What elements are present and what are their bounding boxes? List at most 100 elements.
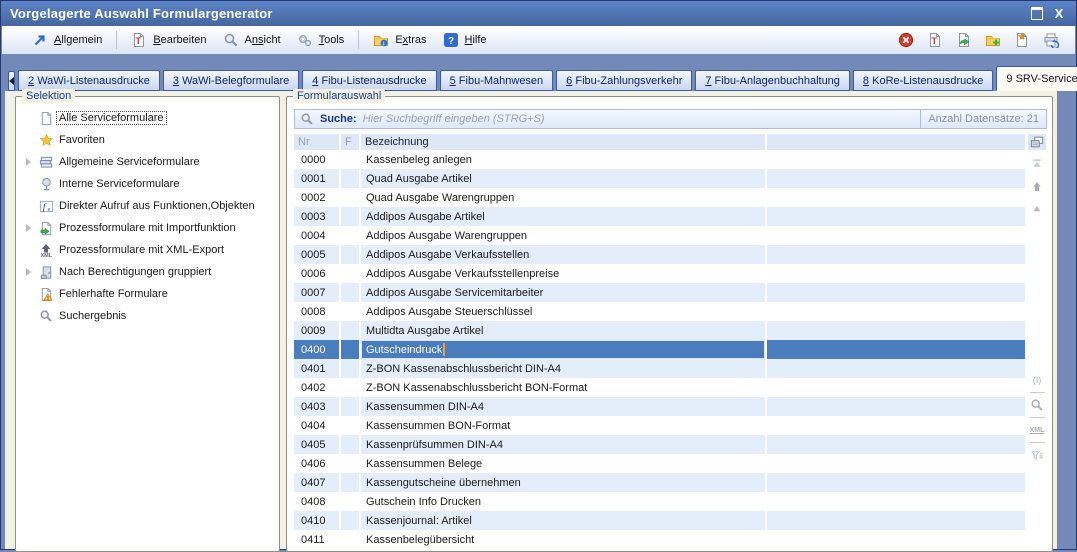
menu-item-tools[interactable]: Tools — [289, 29, 353, 51]
selektion-group: Selektion Alle Serviceformulare Favorite… — [15, 96, 280, 552]
column-header-empty — [767, 134, 1025, 150]
table-row[interactable]: 0411 Kassenbelegübersicht — [294, 530, 1025, 549]
table-row[interactable]: 0407 Kassengutscheine übernehmen — [294, 473, 1025, 492]
arrow-ne-icon — [32, 32, 49, 48]
table-row[interactable]: 0008 Addipos Ausgabe Steuerschlüssel — [294, 302, 1025, 321]
xml-export-icon: XML — [36, 242, 56, 259]
window-title: Vorgelagerte Auswahl Formulargenerator — [1, 6, 273, 21]
tree-item-direkter-aufruf-aus-funktionen-objekten[interactable]: fx Direkter Aufruf aus Funktionen,Objekt… — [20, 195, 277, 217]
tab-scroll-left-button[interactable] — [8, 71, 15, 91]
scroll-up-icon[interactable] — [1028, 201, 1046, 217]
table-row[interactable]: 0004 Addipos Ausgabe Warengruppen — [294, 226, 1025, 245]
tab-strip: 2 WaWi-Listenausdrucke 3 WaWi-Belegformu… — [2, 54, 1075, 91]
tree-item-interne-serviceformulare[interactable]: Interne Serviceformulare — [20, 173, 277, 195]
tree-item-allgemeine-serviceformulare[interactable]: Allgemeine Serviceformulare — [20, 151, 277, 173]
tree-item-fehlerhafte-formulare[interactable]: Fehlerhafte Formulare — [20, 283, 277, 305]
table-side-toolbar: (I) XML — [1025, 134, 1049, 551]
table-row[interactable]: 0000 Kassenbeleg anlegen — [294, 150, 1025, 169]
svg-text:x: x — [47, 207, 50, 213]
magnifier-icon — [223, 32, 240, 48]
table-row[interactable]: 0005 Addipos Ausgabe Verkaufsstellen — [294, 245, 1025, 264]
tab-wawi-belegformulare[interactable]: 3 WaWi-Belegformulare — [163, 70, 299, 91]
scroll-page-up-icon[interactable] — [1028, 178, 1046, 194]
tree-item-nach-berechtigungen-gruppiert[interactable]: Nach Berechtigungen gruppiert — [20, 261, 277, 283]
filter-icon[interactable] — [1028, 447, 1046, 463]
doc-t-icon: T — [131, 32, 148, 48]
close-icon[interactable]: X — [1052, 7, 1066, 20]
page-export-icon[interactable] — [956, 32, 974, 49]
form-edit-icon[interactable]: T — [927, 32, 945, 49]
menu-item-allgemein[interactable]: Allgemein — [24, 29, 110, 51]
search-zoom-icon[interactable] — [1028, 397, 1046, 413]
tab-fibu-zahlungsverkehr[interactable]: 6 Fibu-Zahlungsverkehr — [556, 70, 692, 91]
search-input[interactable]: Suche: Hier Suchbegriff eingeben (STRG+S… — [294, 109, 1047, 129]
table-row[interactable]: 0402 Z-BON Kassenabschlussbericht BON-Fo… — [294, 378, 1025, 397]
tab-fibu-listenausdrucke[interactable]: 4 Fibu-Listenausdrucke — [302, 70, 436, 91]
table-row[interactable]: 0002 Quad Ausgabe Warengruppen — [294, 188, 1025, 207]
table-row[interactable]: 0003 Addipos Ausgabe Artikel — [294, 207, 1025, 226]
folder-info-icon: i — [373, 32, 390, 48]
new-page-icon[interactable] — [1014, 32, 1032, 49]
gears-icon — [297, 32, 314, 48]
table-row[interactable]: 0001 Quad Ausgabe Artikel — [294, 169, 1025, 188]
tree-item-alle-serviceformulare[interactable]: Alle Serviceformulare — [20, 107, 277, 129]
tab-srv-serviceformulare[interactable]: 9 SRV-Serviceformulare — [996, 66, 1077, 91]
column-chooser-icon[interactable] — [1028, 134, 1046, 150]
divider — [1030, 392, 1045, 393]
menu-item-extras[interactable]: i Extras — [365, 29, 434, 51]
table-row[interactable]: 0403 Kassensummen DIN-A4 — [294, 397, 1025, 416]
tab-wawi-listenausdrucke[interactable]: 2 WaWi-Listenausdrucke — [18, 70, 160, 91]
selektion-group-label: Selektion — [22, 89, 75, 103]
star-icon — [36, 132, 56, 149]
record-count: Anzahl Datensätze: 21 — [920, 110, 1046, 128]
tab-fibu-anlagenbuchhaltung[interactable]: 7 Fibu-Anlagenbuchhaltung — [695, 70, 850, 91]
table-row[interactable]: 0406 Kassensummen Belege — [294, 454, 1025, 473]
expand-arrow-icon[interactable] — [26, 158, 31, 166]
restore-icon[interactable] — [1030, 7, 1044, 20]
text-caret — [443, 343, 445, 356]
print-refresh-icon[interactable] — [1043, 32, 1061, 49]
doc-import-icon — [36, 220, 56, 237]
table-row[interactable]: 0410 Kassenjournal: Artikel — [294, 511, 1025, 530]
table-row[interactable]: 0404 Kassensummen BON-Format — [294, 416, 1025, 435]
tree-item-suchergebnis[interactable]: Suchergebnis — [20, 305, 277, 327]
paren-info-icon[interactable]: (I) — [1028, 372, 1046, 388]
svg-text:T: T — [932, 36, 938, 46]
table-row[interactable]: 0400 Gutscheindruck — [294, 340, 1025, 359]
svg-text:XML: XML — [41, 253, 53, 258]
search-label: Suche: — [320, 113, 357, 125]
table-row[interactable]: 0405 Kassenprüfsummen DIN-A4 — [294, 435, 1025, 454]
svg-text:?: ? — [448, 36, 454, 47]
expand-arrow-icon[interactable] — [26, 268, 31, 276]
table-row[interactable]: 0009 Multidta Ausgabe Artikel — [294, 321, 1025, 340]
doc-icon — [36, 110, 56, 127]
table-row[interactable]: 0408 Gutschein Info Drucken — [294, 492, 1025, 511]
tree-item-prozessformulare-mit-importfunktion[interactable]: Prozessformulare mit Importfunktion — [20, 217, 277, 239]
formularauswahl-group-label: Formularauswahl — [293, 89, 385, 103]
table-row[interactable]: 0007 Addipos Ausgabe Servicemitarbeiter — [294, 283, 1025, 302]
table-row[interactable]: 0401 Z-BON Kassenabschlussbericht DIN-A4 — [294, 359, 1025, 378]
table-header: Nr F Bezeichnung — [294, 134, 1025, 150]
table-row[interactable]: 0006 Addipos Ausgabe Verkaufsstellenprei… — [294, 264, 1025, 283]
menu-separator — [116, 31, 117, 49]
tab-kore-listenausdrucke[interactable]: 8 KoRe-Listenausdrucke — [853, 70, 993, 91]
menu-item-ansicht[interactable]: Ansicht — [215, 29, 289, 51]
xml-view-icon[interactable]: XML — [1028, 422, 1046, 438]
column-header-f[interactable]: F — [341, 134, 359, 150]
formularauswahl-group: Formularauswahl Suche: Hier Suchbegriff … — [286, 96, 1053, 552]
stack-icon — [36, 154, 56, 171]
form-table: Nr F Bezeichnung 0000 Kassenbeleg anlege… — [294, 134, 1049, 551]
scroll-to-top-icon[interactable] — [1028, 155, 1046, 171]
fx-icon: fx — [36, 198, 56, 215]
cancel-icon[interactable] — [898, 32, 916, 49]
tree-item-favoriten[interactable]: Favoriten — [20, 129, 277, 151]
column-header-nr[interactable]: Nr — [294, 134, 339, 150]
column-header-bezeichnung[interactable]: Bezeichnung — [361, 134, 765, 150]
tree-item-prozessformulare-mit-xml-export[interactable]: XML Prozessformulare mit XML-Export — [20, 239, 277, 261]
add-folder-icon[interactable] — [985, 32, 1003, 49]
door-icon — [36, 264, 56, 281]
tab-fibu-mahnwesen[interactable]: 5 Fibu-Mahnwesen — [440, 70, 554, 91]
menu-item-bearbeiten[interactable]: T Bearbeiten — [123, 29, 214, 51]
expand-arrow-icon[interactable] — [26, 224, 31, 232]
menu-item-hilfe[interactable]: ? Hilfe — [435, 29, 495, 51]
